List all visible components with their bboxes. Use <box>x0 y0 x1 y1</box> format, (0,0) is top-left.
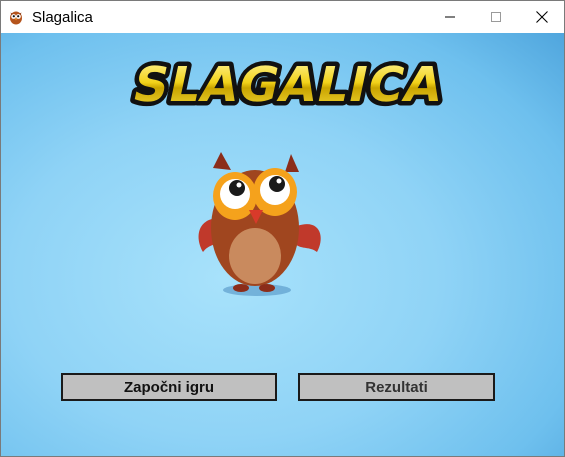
app-window: Slagalica SLAGALICA SLAGALICA Započni ig… <box>0 0 565 457</box>
results-button[interactable]: Rezultati <box>298 373 495 401</box>
owl-app-icon <box>10 11 22 25</box>
window-title: Slagalica <box>32 9 93 26</box>
main-panel: SLAGALICA SLAGALICA Započni igru Rezulta… <box>1 33 564 456</box>
maximize-icon <box>491 12 501 22</box>
close-button[interactable] <box>519 1 564 33</box>
owl-mascot <box>198 152 321 296</box>
minimize-button[interactable] <box>427 1 473 33</box>
close-icon <box>536 11 548 23</box>
logo-text: SLAGALICA <box>128 57 448 112</box>
title-bar[interactable]: Slagalica <box>1 1 564 33</box>
start-game-button[interactable]: Započni igru <box>61 373 277 401</box>
game-logo: SLAGALICA SLAGALICA <box>124 53 453 117</box>
maximize-button[interactable] <box>473 1 519 33</box>
minimize-icon <box>445 16 455 18</box>
